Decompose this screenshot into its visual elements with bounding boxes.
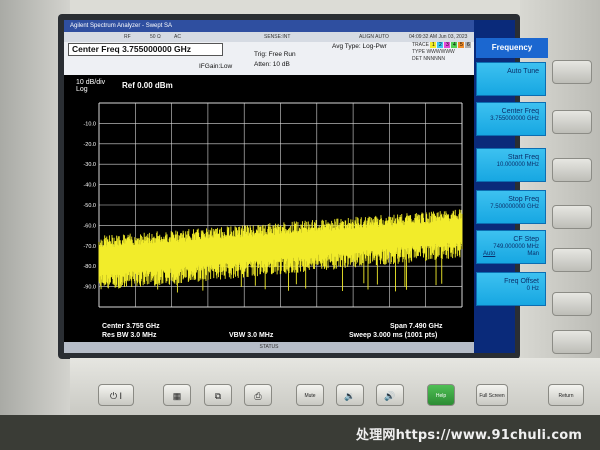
softkey-value: 10.000000 MHz [496, 162, 539, 168]
status-impedance: 50 Ω [150, 34, 161, 40]
volume-down-button[interactable]: 🔉 [336, 384, 364, 406]
softkey-value: 0 Hz [526, 286, 539, 292]
y-tick-label: -80.0 [83, 264, 96, 270]
full-screen-label: Full Screen [479, 393, 505, 399]
attenuation-info: Atten: 10 dB [254, 61, 290, 68]
start-freq-softkey[interactable]: Start Freq 10.000000 MHz [476, 148, 546, 182]
return-label: Return [558, 393, 574, 399]
front-panel [70, 358, 600, 415]
footer-span: Span 7.490 GHz [390, 323, 443, 330]
freq-offset-softkey[interactable]: Freq Offset 0 Hz [476, 272, 546, 306]
spectrum-graph: -10.0 -20.0 -30.0 -40.0 -50.0 -60.0 -70.0 -80.0… [83, 102, 463, 308]
softkey-label: Stop Freq [508, 196, 539, 203]
type-value: WWWWWW [426, 49, 455, 55]
y-tick-label: -50.0 [83, 203, 96, 209]
softkey-label: Freq Offset [504, 278, 539, 285]
full-screen-button[interactable]: Full Screen [476, 384, 508, 406]
side-button-4[interactable] [552, 205, 592, 229]
avg-type-info: Avg Type: Log-Pwr [332, 43, 387, 50]
status-bar: STATUS [64, 342, 474, 353]
front-button-1[interactable]: ▦ [163, 384, 191, 406]
watermark: 处理网https://www.91chuli.com [356, 428, 583, 443]
side-button-2[interactable] [552, 110, 592, 134]
print-icon: ⎙ [254, 391, 262, 401]
side-button-5[interactable] [552, 248, 592, 272]
window-icon: ▦ [172, 391, 182, 401]
analyzer-screen: Agilent Spectrum Analyzer - Swept SA RF … [64, 20, 515, 353]
spectrum-plot: 10 dB/div Log Ref 0.00 dBm -10.0 -20.0 -30… [64, 75, 474, 320]
cf-step-man: Man [527, 251, 539, 257]
trace-indicator: TRACE 123456 TYPE WWWWWW DET NNNNNN [412, 42, 472, 63]
footer-sweep: Sweep 3.000 ms (1001 pts) [349, 332, 438, 339]
y-tick-label: -10.0 [83, 121, 96, 127]
status-rf: RF [124, 34, 131, 40]
y-tick-label: -40.0 [83, 183, 96, 189]
stop-freq-softkey[interactable]: Stop Freq 7.500000000 GHz [476, 190, 546, 224]
trace-5: 5 [458, 42, 465, 48]
auto-tune-softkey[interactable]: Auto Tune [476, 62, 546, 96]
cf-step-auto: Auto [483, 251, 496, 257]
trigger-info: Trig: Free Run [254, 51, 296, 58]
front-button-2[interactable]: ⧉ [204, 384, 232, 406]
trace-6: 6 [465, 42, 472, 48]
y-tick-label: -90.0 [83, 285, 96, 291]
trace-2: 2 [437, 42, 444, 48]
measurement-info: Center Freq 3.755000000 GHz IFGain:Low T… [64, 42, 474, 75]
center-freq-readout[interactable]: Center Freq 3.755000000 GHz [68, 43, 223, 56]
type-label: TYPE [412, 49, 426, 55]
help-button[interactable]: Help [427, 384, 455, 406]
y-tick-label: -30.0 [83, 162, 96, 168]
trace-1: 1 [430, 42, 437, 48]
cf-step-mode: Auto Man [477, 251, 539, 257]
volume-down-icon: 🔉 [344, 391, 356, 401]
status-timestamp: 04:09:32 AM Jun 03, 2023 [409, 34, 468, 40]
status-coupling: AC [174, 34, 181, 40]
volume-up-button[interactable]: 🔊 [376, 384, 404, 406]
footer-vbw: VBW 3.0 MHz [229, 332, 274, 339]
det-label: DET [412, 56, 422, 62]
center-freq-softkey[interactable]: Center Freq 3.755000000 GHz [476, 102, 546, 136]
footer-center: Center 3.755 GHz [102, 323, 160, 330]
front-button-3[interactable]: ⎙ [244, 384, 272, 406]
side-button-6[interactable] [552, 292, 592, 316]
softkey-label: Auto Tune [507, 68, 539, 75]
status-row: RF 50 Ω AC SENSE:INT ALIGN AUTO 04:09:32… [64, 32, 474, 42]
y-tick-label: -20.0 [83, 142, 96, 148]
volume-up-icon: 🔊 [384, 391, 396, 401]
y-tick-label: -60.0 [83, 223, 96, 229]
softkey-value: 7.500000000 GHz [490, 204, 539, 210]
trace-label: TRACE [412, 42, 429, 48]
help-label: Help [435, 393, 447, 399]
spectrum-analyzer-device: Agilent Spectrum Analyzer - Swept SA RF … [0, 0, 600, 450]
y-tick-label: -70.0 [83, 244, 96, 250]
cf-step-softkey[interactable]: CF Step 749.000000 MHz Auto Man [476, 230, 546, 264]
trace-4: 4 [451, 42, 458, 48]
status-align: ALIGN AUTO [359, 34, 389, 40]
power-icon: ⏻ I [109, 391, 123, 401]
mute-label: Mute [304, 393, 316, 399]
trace-3: 3 [444, 42, 451, 48]
det-value: NNNNNN [423, 56, 445, 62]
mute-button[interactable]: Mute [296, 384, 324, 406]
softkey-label: CF Step [513, 236, 539, 243]
softkey-label: Start Freq [507, 154, 539, 161]
side-button-7[interactable] [552, 330, 592, 354]
if-gain: IFGain:Low [199, 63, 233, 70]
softkey-value: 749.000000 MHz [493, 244, 539, 250]
side-button-3[interactable] [552, 158, 592, 182]
softkey-value: 3.755000000 GHz [490, 116, 539, 122]
next-window-icon: ⧉ [214, 391, 222, 401]
return-button[interactable]: Return [548, 384, 584, 406]
power-button[interactable]: ⏻ I [98, 384, 134, 406]
menu-title-frequency: Frequency [476, 38, 548, 58]
softkey-label: Center Freq [501, 108, 539, 115]
status-sense: SENSE:INT [264, 34, 291, 40]
footer-res-bw: Res BW 3.0 MHz [102, 332, 157, 339]
side-button-1[interactable] [552, 60, 592, 84]
